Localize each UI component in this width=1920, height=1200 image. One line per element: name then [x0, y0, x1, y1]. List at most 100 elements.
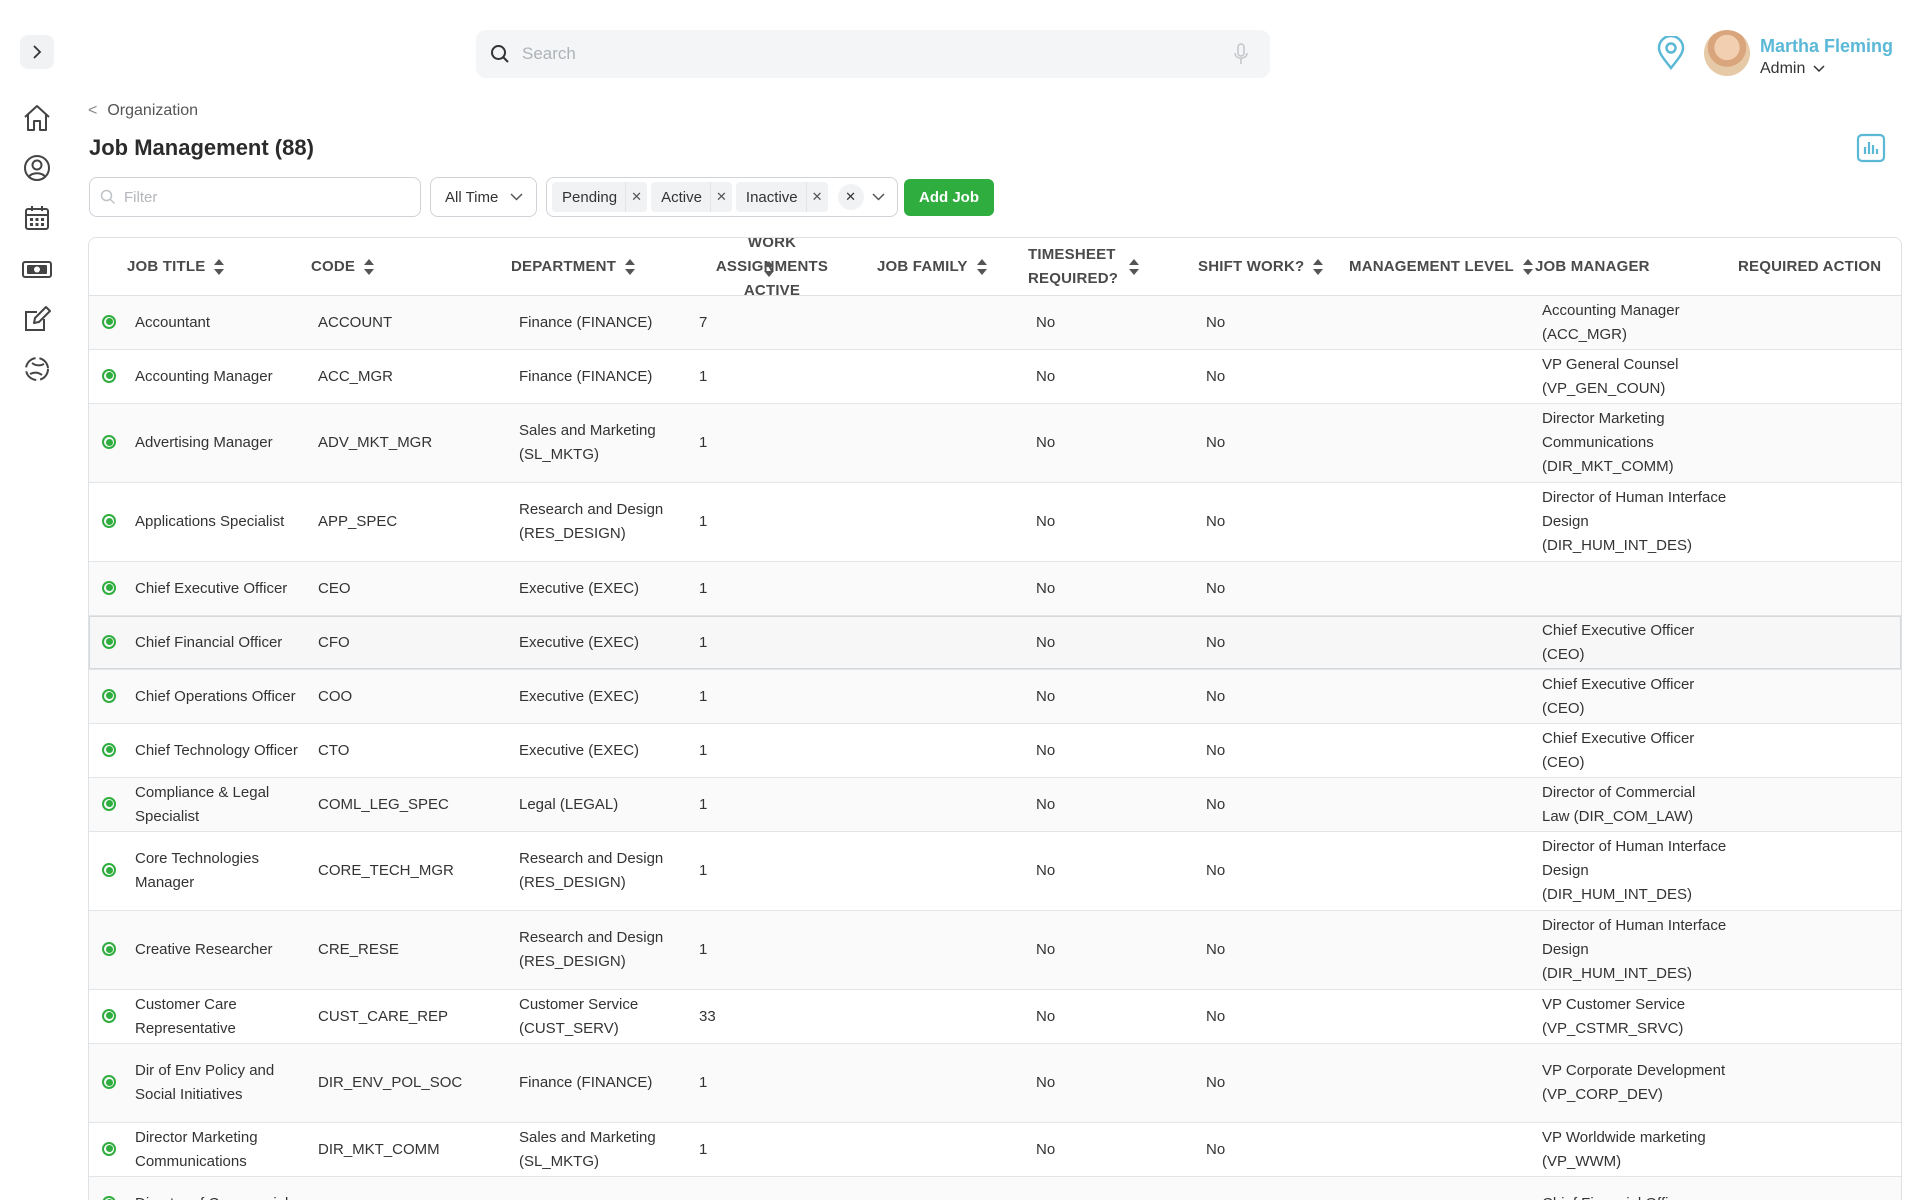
edit-icon	[25, 306, 51, 331]
cell-title[interactable]: Accountant	[135, 296, 313, 349]
col-job-manager[interactable]: JOB MANAGER	[1535, 238, 1650, 296]
microphone-icon[interactable]	[1234, 43, 1248, 65]
remove-chip-icon[interactable]: ✕	[709, 182, 732, 212]
global-search[interactable]	[476, 30, 1270, 78]
chevron-down-icon[interactable]	[872, 193, 885, 201]
filter-input[interactable]	[124, 188, 404, 206]
cell-title[interactable]: Chief Financial Officer	[135, 616, 313, 669]
remove-chip-icon[interactable]: ✕	[805, 182, 828, 212]
search-input[interactable]	[522, 44, 1234, 64]
cell-title[interactable]: Chief Technology Officer	[135, 724, 313, 777]
col-management-level[interactable]: MANAGEMENT LEVEL	[1349, 238, 1534, 296]
table-row[interactable]: Accountant ACCOUNT Finance (FINANCE) 7 No No A…	[89, 296, 1901, 350]
cell-title[interactable]: Advertising Manager	[135, 404, 313, 482]
cell-title[interactable]: Applications Specialist	[135, 483, 313, 561]
table-row[interactable]: Dir of Env Policy and Social Initiatives…	[89, 1044, 1901, 1123]
table-row[interactable]: Chief Operations Officer COO Executive (EX…	[89, 670, 1901, 724]
cell-mgr: Director of Human Interface Design (DIR_…	[1542, 489, 1727, 554]
col-shift-work[interactable]: SHIFT WORK?	[1198, 238, 1324, 296]
nav-payroll[interactable]	[20, 252, 54, 286]
cell-title[interactable]: Accounting Manager	[135, 350, 313, 403]
cell-ts: No	[1036, 1007, 1056, 1025]
sort-icon[interactable]	[1312, 258, 1324, 276]
nav-people[interactable]	[20, 151, 54, 185]
breadcrumb[interactable]: < Organization	[88, 102, 198, 120]
cell-title[interactable]: Chief Operations Officer	[135, 670, 313, 723]
location-pin-icon[interactable]	[1656, 36, 1686, 70]
chevron-down-icon	[1813, 65, 1825, 73]
cell-title[interactable]: Director Marketing Communications	[135, 1123, 313, 1176]
add-job-button[interactable]: Add Job	[904, 179, 994, 216]
remove-chip-icon[interactable]: ✕	[625, 182, 647, 212]
report-button[interactable]	[1856, 133, 1886, 168]
col-timesheet-required[interactable]: TIMESHEET REQUIRED?	[1028, 238, 1140, 296]
chevron-right-icon	[33, 45, 42, 59]
nav-edit[interactable]	[20, 302, 54, 336]
cell-title[interactable]: Dir of Env Policy and Social Initiatives	[135, 1044, 313, 1122]
cell-title[interactable]: Compliance & Legal Specialist	[135, 778, 313, 831]
cell-ts: No	[1036, 367, 1056, 385]
col-job-title[interactable]: JOB TITLE	[127, 238, 225, 296]
table-row[interactable]: Director of Commercial Chief Financial Of…	[89, 1177, 1901, 1200]
nav-integrations[interactable]	[20, 352, 54, 386]
expand-sidebar-button[interactable]	[20, 35, 54, 69]
table-row[interactable]: Chief Financial Officer CFO Executive (EXE…	[89, 616, 1901, 670]
cell-title[interactable]: Customer Care Representative	[135, 990, 313, 1043]
table-row[interactable]: Director Marketing Communications DIR_MKT…	[89, 1123, 1901, 1177]
table-row[interactable]: Compliance & Legal Specialist COML_LEG_SP…	[89, 778, 1901, 832]
user-name[interactable]: Martha Fleming	[1760, 36, 1893, 57]
back-chevron-icon: <	[88, 102, 98, 119]
status-multiselect[interactable]: Pending ✕ Active ✕ Inactive ✕ ✕	[546, 177, 898, 217]
sort-icon[interactable]	[1128, 258, 1140, 276]
cell-ts: No	[1036, 313, 1056, 331]
status-active-icon	[102, 435, 116, 449]
cell-title[interactable]: Core Technologies Manager	[135, 832, 313, 910]
avatar[interactable]	[1704, 30, 1750, 76]
col-job-family[interactable]: JOB FAMILY	[877, 238, 988, 296]
table-row[interactable]: Core Technologies Manager CORE_TECH_MGR Re…	[89, 832, 1901, 911]
cell-work: 33	[699, 1007, 716, 1025]
time-range-select[interactable]: All Time	[430, 177, 537, 217]
col-code[interactable]: CODE	[311, 238, 375, 296]
table-row[interactable]: Accounting Manager ACC_MGR Finance (FINANC…	[89, 350, 1901, 404]
table-row[interactable]: Applications Specialist APP_SPEC Research …	[89, 483, 1901, 562]
col-department[interactable]: DEPARTMENT	[511, 238, 636, 296]
cell-dept: Customer Service (CUST_SERV)	[519, 995, 639, 1037]
breadcrumb-parent[interactable]: Organization	[107, 102, 198, 120]
cell-shift: No	[1206, 313, 1226, 331]
cell-dept: Executive (EXEC)	[519, 687, 640, 705]
filter-box[interactable]	[89, 177, 421, 217]
cell-title[interactable]: Chief Executive Officer	[135, 562, 313, 615]
table-row[interactable]: Chief Technology Officer CTO Executive (EX…	[89, 724, 1901, 778]
sort-icon[interactable]	[624, 258, 636, 276]
user-role-menu[interactable]: Admin	[1760, 60, 1825, 78]
cell-shift: No	[1206, 633, 1226, 651]
sort-icon[interactable]	[976, 258, 988, 276]
col-required-action[interactable]: REQUIRED ACTION	[1738, 238, 1881, 296]
table-row[interactable]: Creative Researcher CRE_RESE Research and …	[89, 911, 1901, 990]
sort-icon[interactable]	[213, 258, 225, 276]
table-row[interactable]: Advertising Manager ADV_MKT_MGR Sales and …	[89, 404, 1901, 483]
table-row[interactable]: Customer Care Representative CUST_CARE_RE…	[89, 990, 1901, 1044]
column-label: REQUIRED ACTION	[1738, 258, 1882, 275]
nav-calendar[interactable]	[20, 201, 54, 235]
status-chip-inactive: Inactive ✕	[735, 182, 828, 212]
cell-title[interactable]: Creative Researcher	[135, 911, 313, 989]
sort-icon[interactable]	[1522, 258, 1534, 276]
table-row[interactable]: Chief Executive Officer CEO Executive (EXE…	[89, 562, 1901, 616]
sort-icon[interactable]	[763, 260, 775, 278]
nav-home[interactable]	[20, 101, 54, 135]
column-label: CODE	[311, 258, 356, 275]
clear-all-icon[interactable]: ✕	[837, 184, 864, 210]
cell-code: ACCOUNT	[318, 313, 393, 331]
cell-mgr: Director of Commercial Law (DIR_COM_LAW)	[1542, 783, 1696, 825]
cell-title[interactable]: Director of Commercial	[135, 1177, 313, 1200]
cell-shift: No	[1206, 579, 1226, 597]
cell-ts: No	[1036, 687, 1056, 705]
cell-mgr: Chief Executive Officer (CEO)	[1542, 621, 1695, 663]
cell-shift: No	[1206, 687, 1226, 705]
home-icon	[24, 105, 50, 131]
sort-icon[interactable]	[363, 258, 375, 276]
col-work-assignments[interactable]: WORK ASSIGNMENTS ACTIVE	[691, 238, 853, 299]
status-active-icon	[102, 314, 116, 329]
